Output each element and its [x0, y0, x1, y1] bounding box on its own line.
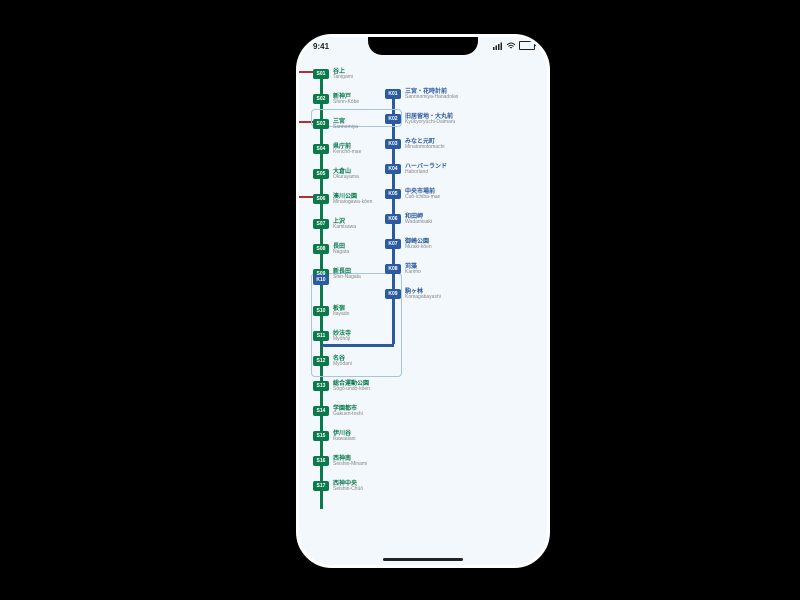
- station-code: S13: [313, 381, 329, 391]
- station-K04[interactable]: K04 ハーバーランドHaborland: [385, 160, 447, 178]
- station-S10[interactable]: S10 板宿Itayado: [313, 302, 349, 320]
- station-label: 三宮Sannomiya: [333, 119, 358, 130]
- station-code: S01: [313, 69, 329, 79]
- battery-icon: [519, 41, 535, 50]
- station-S17[interactable]: S17 西神中央Seishin-Chūō: [313, 477, 363, 495]
- station-code: S06: [313, 194, 329, 204]
- station-S07[interactable]: S07 上沢Kamisawa: [313, 215, 356, 233]
- station-label: 新神戸Shinn-Kōbe: [333, 94, 359, 105]
- station-label: みなと元町Minatomotomachi: [405, 139, 444, 150]
- station-label: 駒ヶ林Komagabayashi: [405, 289, 441, 300]
- station-K08[interactable]: K08 苅藻Karimo: [385, 260, 421, 278]
- station-code: S11: [313, 331, 329, 341]
- station-S01[interactable]: S01 谷上Tanigami: [313, 65, 353, 83]
- station-S15[interactable]: S15 伊川谷Ikawadani: [313, 427, 356, 445]
- station-label: 西神中央Seishin-Chūō: [333, 481, 363, 492]
- station-S13[interactable]: S13 総合運動公園Sōgō-undō-kōen: [313, 377, 370, 395]
- station-code: K07: [385, 239, 401, 249]
- station-K01[interactable]: K01 三宮・花時計前Sannnomiya-Hanadokei: [385, 85, 458, 103]
- station-label: 名谷Myōdani: [333, 356, 352, 367]
- station-code: S15: [313, 431, 329, 441]
- station-code: K06: [385, 214, 401, 224]
- station-code: K03: [385, 139, 401, 149]
- station-code: S08: [313, 244, 329, 254]
- station-label: 大倉山Okurayama: [333, 169, 359, 180]
- station-label: 妙法寺Myōhōji: [333, 331, 351, 342]
- station-label: 県庁前Kenchō-mae: [333, 144, 361, 155]
- station-K09[interactable]: K09 駒ヶ林Komagabayashi: [385, 285, 441, 303]
- station-code-k10: K10: [313, 275, 329, 285]
- station-code: K02: [385, 114, 401, 124]
- station-label: 板宿Itayado: [333, 306, 349, 317]
- station-K07[interactable]: K07 御崎公園Mizaki-kōen: [385, 235, 432, 253]
- station-code: S12: [313, 356, 329, 366]
- station-label: 湊川公園Minatogawa-kōen: [333, 194, 372, 205]
- cellular-icon: [493, 42, 503, 50]
- station-label: 谷上Tanigami: [333, 69, 353, 80]
- station-label: 中央市場前Cuō-ichiba-mae: [405, 189, 440, 200]
- station-K05[interactable]: K05 中央市場前Cuō-ichiba-mae: [385, 185, 440, 203]
- station-code: S05: [313, 169, 329, 179]
- station-S16[interactable]: S16 西神南Seishin-Minami: [313, 452, 367, 470]
- station-S06[interactable]: S06 湊川公園Minatogawa-kōen: [313, 190, 372, 208]
- station-S09-K10[interactable]: S09K10新長田Shin-Nagata: [313, 265, 361, 283]
- station-code: K09: [385, 289, 401, 299]
- station-K02[interactable]: K02 旧居留地・大丸前Kyūkyoryūchi-Daimaru: [385, 110, 455, 128]
- station-code: S04: [313, 144, 329, 154]
- station-label: 新長田Shin-Nagata: [333, 269, 361, 280]
- station-label: 総合運動公園Sōgō-undō-kōen: [333, 381, 370, 392]
- status-icons: [493, 41, 535, 50]
- station-code: S17: [313, 481, 329, 491]
- station-code: K04: [385, 164, 401, 174]
- station-S08[interactable]: S08 長田Nagata: [313, 240, 349, 258]
- station-code: S07: [313, 219, 329, 229]
- station-S11[interactable]: S11 妙法寺Myōhōji: [313, 327, 351, 345]
- station-S05[interactable]: S05 大倉山Okurayama: [313, 165, 359, 183]
- station-S12[interactable]: S12 名谷Myōdani: [313, 352, 352, 370]
- station-label: 旧居留地・大丸前Kyūkyoryūchi-Daimaru: [405, 114, 455, 125]
- station-label: 学園都市Gakuen-toshi: [333, 406, 363, 417]
- station-label: 和田岬Wadamisaki: [405, 214, 432, 225]
- station-code: K08: [385, 264, 401, 274]
- station-label: ハーバーランドHaborland: [405, 164, 447, 175]
- station-label: 西神南Seishin-Minami: [333, 456, 367, 467]
- station-K06[interactable]: K06 和田岬Wadamisaki: [385, 210, 432, 228]
- wifi-icon: [506, 42, 516, 50]
- station-label: 上沢Kamisawa: [333, 219, 356, 230]
- phone-frame: 9:41 S01 谷上Tanigami S02 新神戸Shinn-Kōbe S03 三宮S…: [296, 34, 550, 568]
- station-K03[interactable]: K03 みなと元町Minatomotomachi: [385, 135, 444, 153]
- station-code: K01: [385, 89, 401, 99]
- notch: [368, 35, 478, 55]
- station-label: 伊川谷Ikawadani: [333, 431, 356, 442]
- station-label: 長田Nagata: [333, 244, 349, 255]
- station-S04[interactable]: S04 県庁前Kenchō-mae: [313, 140, 361, 158]
- station-code: S10: [313, 306, 329, 316]
- station-label: 苅藻Karimo: [405, 264, 421, 275]
- station-code: K05: [385, 189, 401, 199]
- station-code: S03: [313, 119, 329, 129]
- home-indicator: [383, 558, 463, 561]
- station-code: S14: [313, 406, 329, 416]
- station-S03[interactable]: S03 三宮Sannomiya: [313, 115, 358, 133]
- station-S14[interactable]: S14 学園都市Gakuen-toshi: [313, 402, 363, 420]
- station-code: S16: [313, 456, 329, 466]
- map-content[interactable]: S01 谷上Tanigami S02 新神戸Shinn-Kōbe S03 三宮Sannom…: [299, 59, 547, 565]
- station-S02[interactable]: S02 新神戸Shinn-Kōbe: [313, 90, 359, 108]
- station-code: S02: [313, 94, 329, 104]
- station-label: 御崎公園Mizaki-kōen: [405, 239, 432, 250]
- station-label: 三宮・花時計前Sannnomiya-Hanadokei: [405, 89, 458, 100]
- status-time: 9:41: [313, 42, 329, 51]
